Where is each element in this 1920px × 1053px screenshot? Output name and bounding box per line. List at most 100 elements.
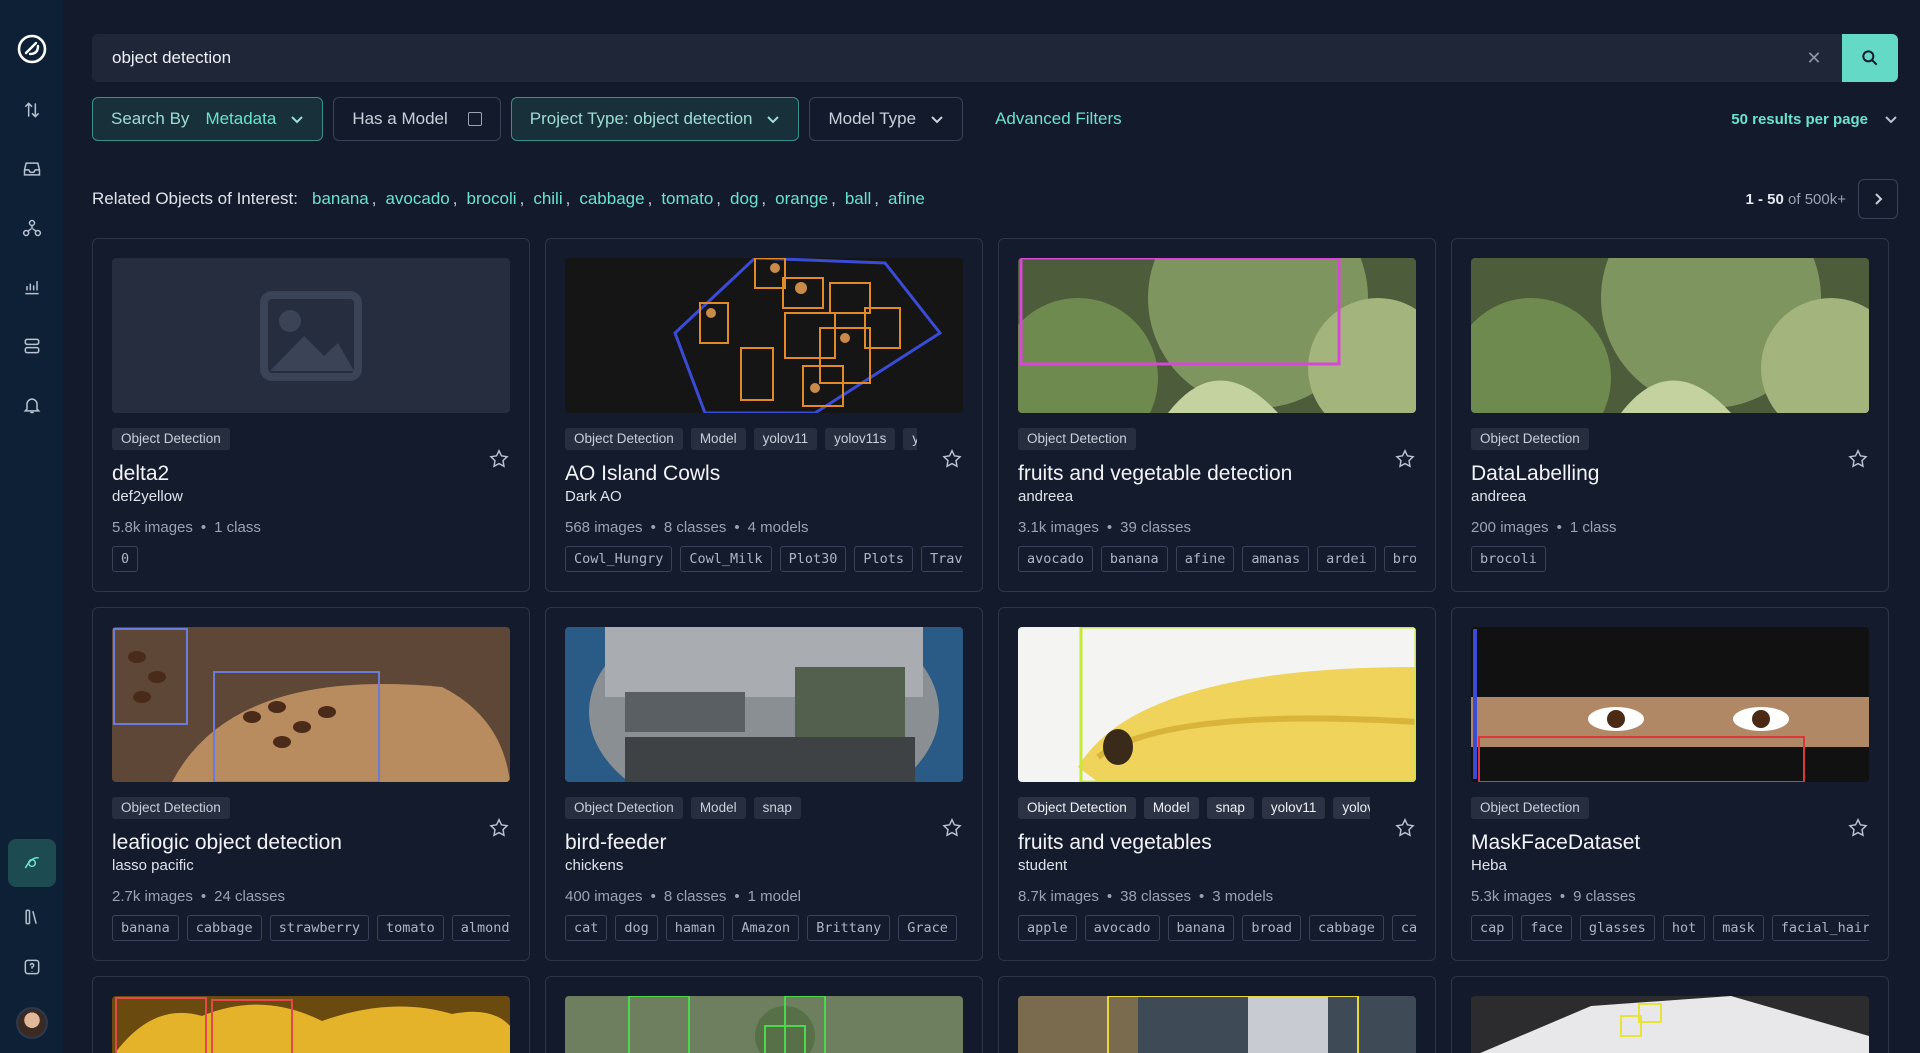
class-chip: cat <box>565 915 608 941</box>
project-stats: 8.7k images • 38 classes • 3 models <box>1018 888 1416 905</box>
related-object-link[interactable]: chili <box>533 189 562 208</box>
avatar[interactable] <box>15 1007 48 1039</box>
card-tags: Object Detection <box>112 797 464 819</box>
project-title[interactable]: leafiogic object detection <box>112 831 510 855</box>
class-chip: tomato <box>376 915 444 941</box>
project-card[interactable] <box>1451 976 1889 1053</box>
inbox-icon[interactable] <box>12 149 52 189</box>
project-card[interactable] <box>545 976 983 1053</box>
class-chip: haman <box>665 915 725 941</box>
project-stats: 5.3k images • 9 classes <box>1471 888 1869 905</box>
project-tag: Object Detection <box>565 797 683 819</box>
project-card[interactable]: Object Detection DataLabelling andreea 200 … <box>1451 238 1889 592</box>
project-tag: yt <box>903 428 917 450</box>
card-tags: Object Detection Model snap <box>565 797 917 819</box>
related-object-link[interactable]: orange <box>775 189 828 208</box>
project-card[interactable] <box>998 976 1436 1053</box>
bell-icon[interactable] <box>12 385 52 425</box>
project-card[interactable]: Object Detection MaskFaceDataset Heba 5.3k … <box>1451 607 1889 961</box>
star-icon[interactable] <box>1394 817 1416 839</box>
project-title[interactable]: fruits and vegetable detection <box>1018 462 1416 486</box>
class-list: brocoli <box>1471 546 1869 572</box>
search-input[interactable] <box>92 34 1794 82</box>
project-card[interactable]: Object Detection Model yolov11 yolov11s yt AO… <box>545 238 983 592</box>
filter-bar: Search By Metadata Has a Model Project T… <box>92 97 1898 141</box>
separator: , <box>519 189 525 208</box>
search-by-label: Search By <box>111 109 190 128</box>
project-title[interactable]: AO Island Cowls <box>565 462 963 486</box>
next-page-button[interactable] <box>1858 179 1898 219</box>
project-card[interactable]: Object Detection leafiogic object detecti… <box>92 607 530 961</box>
results-per-page-dropdown[interactable]: 50 results per page <box>1731 111 1898 128</box>
project-tag: Model <box>690 797 746 819</box>
separator: , <box>647 189 653 208</box>
card-thumbnail <box>1018 258 1416 413</box>
class-list: cap face glasses hot mask facial_hair <box>1471 915 1869 941</box>
library-icon[interactable] <box>12 897 52 937</box>
sort-arrows-icon[interactable] <box>12 90 52 130</box>
separator-dot: • <box>650 888 656 905</box>
related-object-link[interactable]: tomato <box>661 189 713 208</box>
analytics-icon[interactable] <box>12 267 52 307</box>
has-model-checkbox[interactable] <box>467 112 482 126</box>
search-by-value: Metadata <box>205 109 277 128</box>
universe-explore-icon[interactable] <box>7 839 56 887</box>
star-icon[interactable] <box>1394 448 1416 470</box>
project-stats: 400 images • 8 classes • 1 model <box>565 888 963 905</box>
project-title[interactable]: MaskFaceDataset <box>1471 831 1869 855</box>
database-icon[interactable] <box>12 326 52 366</box>
project-title[interactable]: bird-feeder <box>565 831 963 855</box>
separator-dot: • <box>734 888 740 905</box>
search-button[interactable] <box>1842 34 1898 82</box>
search-by-dropdown[interactable]: Search By Metadata <box>92 97 324 141</box>
card-tags: Object Detection <box>112 428 464 450</box>
project-owner: def2yellow <box>112 488 183 505</box>
project-title[interactable]: delta2 <box>112 462 510 486</box>
card-thumbnail <box>112 258 510 413</box>
project-tag: yolov <box>1333 797 1370 819</box>
star-icon[interactable] <box>941 817 963 839</box>
project-title[interactable]: DataLabelling <box>1471 462 1869 486</box>
related-object-link[interactable]: avocado <box>385 189 449 208</box>
related-object-link[interactable]: banana <box>312 189 369 208</box>
related-objects-label: Related Objects of Interest: <box>92 189 298 208</box>
project-card[interactable]: Object Detection Model snap bird-feeder chic… <box>545 607 983 961</box>
star-icon[interactable] <box>488 817 510 839</box>
class-list: 0 <box>112 546 510 572</box>
project-stat: 8 classes <box>663 519 727 536</box>
class-chip: facial_hair <box>1771 915 1869 941</box>
has-model-toggle[interactable]: Has a Model <box>333 97 501 141</box>
related-object-link[interactable]: cabbage <box>579 189 644 208</box>
sidebar <box>0 0 63 1053</box>
project-tag: snap <box>1206 797 1254 819</box>
related-object-link[interactable]: afine <box>888 189 925 208</box>
related-object-link[interactable]: dog <box>730 189 758 208</box>
model-type-dropdown[interactable]: Model Type <box>809 97 964 141</box>
star-icon[interactable] <box>488 448 510 470</box>
class-chip: avocado <box>1018 546 1093 572</box>
project-card[interactable]: Object Detection delta2 def2yellow 5.8k ima… <box>92 238 530 592</box>
help-icon[interactable] <box>12 947 52 987</box>
advanced-filters-link[interactable]: Advanced Filters <box>995 109 1122 129</box>
project-stats: 200 images • 1 class <box>1471 519 1869 536</box>
separator: , <box>874 189 880 208</box>
project-grid-partial-row <box>92 976 1898 1053</box>
class-chip: Brittany <box>807 915 891 941</box>
project-card[interactable] <box>92 976 530 1053</box>
star-icon[interactable] <box>941 448 963 470</box>
star-icon[interactable] <box>1847 817 1869 839</box>
project-title[interactable]: fruits and vegetables <box>1018 831 1416 855</box>
related-object-link[interactable]: brocoli <box>466 189 516 208</box>
project-card[interactable]: Object Detection Model snap yolov11 yolov fru… <box>998 607 1436 961</box>
project-type-dropdown[interactable]: Project Type: object detection <box>510 97 800 141</box>
close-icon[interactable]: ✕ <box>1794 48 1834 69</box>
project-stat: 400 images <box>565 888 643 905</box>
project-card[interactable]: Object Detection fruits and vegetable det… <box>998 238 1436 592</box>
card-thumbnail <box>1471 996 1869 1053</box>
app-logo-icon[interactable] <box>17 34 47 64</box>
chevron-right-icon <box>1875 193 1883 205</box>
workflow-icon[interactable] <box>12 208 52 248</box>
project-stat: 3 models <box>1212 888 1274 905</box>
star-icon[interactable] <box>1847 448 1869 470</box>
related-object-link[interactable]: ball <box>845 189 871 208</box>
